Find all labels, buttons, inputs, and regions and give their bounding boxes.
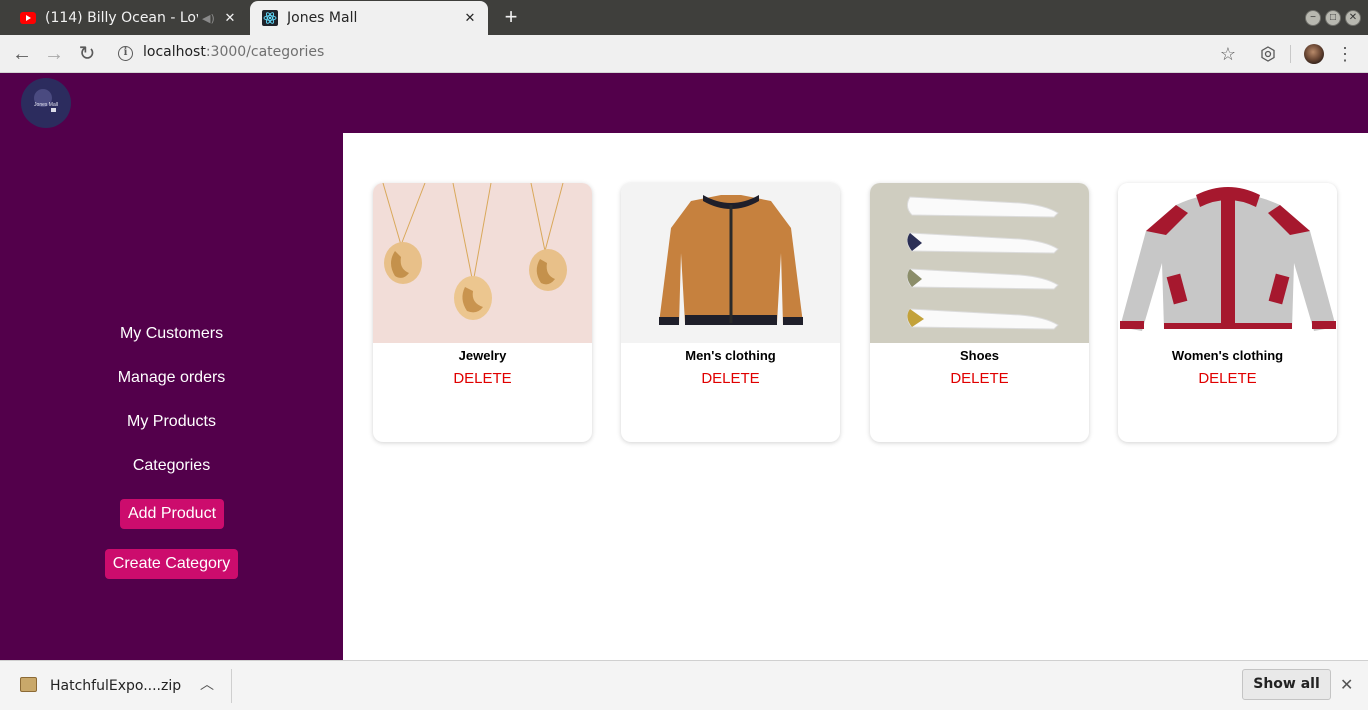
category-name: Women's clothing: [1171, 348, 1284, 363]
delete-button[interactable]: DELETE: [870, 370, 1089, 387]
url-host: localhost: [143, 44, 206, 60]
download-divider: [231, 669, 232, 703]
browser-window: (114) Billy Ocean - Love Really Hurts Wi…: [0, 0, 1368, 710]
archive-file-icon: [20, 677, 37, 692]
youtube-icon: [20, 10, 36, 26]
close-tab-icon[interactable]: ✕: [462, 11, 478, 26]
shoes-image: [870, 183, 1089, 343]
show-all-button[interactable]: Show all: [1242, 669, 1331, 700]
extension-icon[interactable]: [1255, 41, 1281, 67]
profile-avatar[interactable]: [1304, 44, 1324, 64]
toolbar-divider: [1290, 45, 1291, 63]
page-content: Jones Mall My Customers Manage orders My…: [0, 73, 1368, 660]
category-name: Men's clothing: [685, 348, 776, 363]
address-bar[interactable]: localhost:3000/categories: [143, 44, 324, 60]
maximize-icon[interactable]: □: [1325, 10, 1341, 26]
close-tab-icon[interactable]: ✕: [222, 11, 238, 26]
mens-clothing-image: [621, 183, 840, 343]
delete-button[interactable]: DELETE: [1118, 370, 1337, 387]
sidebar: My Customers Manage orders My Products C…: [0, 133, 343, 660]
delete-button[interactable]: DELETE: [373, 370, 592, 387]
jones-mall-logo[interactable]: Jones Mall: [21, 78, 71, 128]
speaker-icon[interactable]: ◀): [202, 12, 216, 25]
nav-my-customers[interactable]: My Customers: [0, 324, 343, 344]
category-card: Women's clothing DELETE: [1118, 183, 1337, 442]
reload-icon[interactable]: ↻: [74, 41, 100, 67]
nav-categories[interactable]: Categories: [0, 456, 343, 476]
category-name: Jewelry: [458, 348, 507, 363]
back-icon[interactable]: ←: [9, 41, 35, 67]
category-name: Shoes: [959, 348, 999, 363]
create-category-button[interactable]: Create Category: [105, 549, 238, 579]
tab-strip: (114) Billy Ocean - Love Really Hurts Wi…: [0, 0, 1368, 35]
browser-toolbar: ← → ↻ i localhost:3000/categories ☆ ⋮: [0, 35, 1368, 73]
tab-jones-mall[interactable]: Jones Mall ✕: [250, 1, 488, 35]
womens-clothing-image: [1118, 183, 1337, 343]
menu-kebab-icon[interactable]: ⋮: [1332, 41, 1358, 67]
category-card: Shoes DELETE: [870, 183, 1089, 442]
add-product-button[interactable]: Add Product: [120, 499, 224, 529]
app-header: Jones Mall: [0, 73, 1368, 133]
bookmark-star-icon[interactable]: ☆: [1215, 41, 1241, 67]
new-tab-icon[interactable]: +: [498, 4, 524, 30]
category-card: Jewelry DELETE: [373, 183, 592, 442]
download-bar: HatchfulExpo....zip ︿ Show all ✕: [0, 660, 1368, 710]
close-icon[interactable]: ✕: [1340, 675, 1353, 695]
tab-title: Jones Mall: [287, 10, 358, 26]
forward-icon[interactable]: →: [41, 41, 67, 67]
tab-youtube[interactable]: (114) Billy Ocean - Love Really Hurts Wi…: [8, 1, 248, 35]
nav-manage-orders[interactable]: Manage orders: [0, 368, 343, 388]
nav-my-products[interactable]: My Products: [0, 412, 343, 432]
close-window-icon[interactable]: ✕: [1345, 10, 1361, 26]
url-path: :3000/categories: [205, 44, 325, 60]
logo-text: Jones Mall: [34, 102, 58, 108]
chevron-up-icon[interactable]: ︿: [200, 674, 214, 694]
tab-title: (114) Billy Ocean - Love Really Hurts Wi…: [45, 10, 198, 26]
minimize-icon[interactable]: −: [1305, 10, 1321, 26]
category-card: Men's clothing DELETE: [621, 183, 840, 442]
site-info-icon[interactable]: i: [118, 46, 133, 61]
react-icon: [262, 10, 278, 26]
download-item[interactable]: HatchfulExpo....zip: [50, 678, 181, 694]
jewelry-image: [373, 183, 592, 343]
delete-button[interactable]: DELETE: [621, 370, 840, 387]
